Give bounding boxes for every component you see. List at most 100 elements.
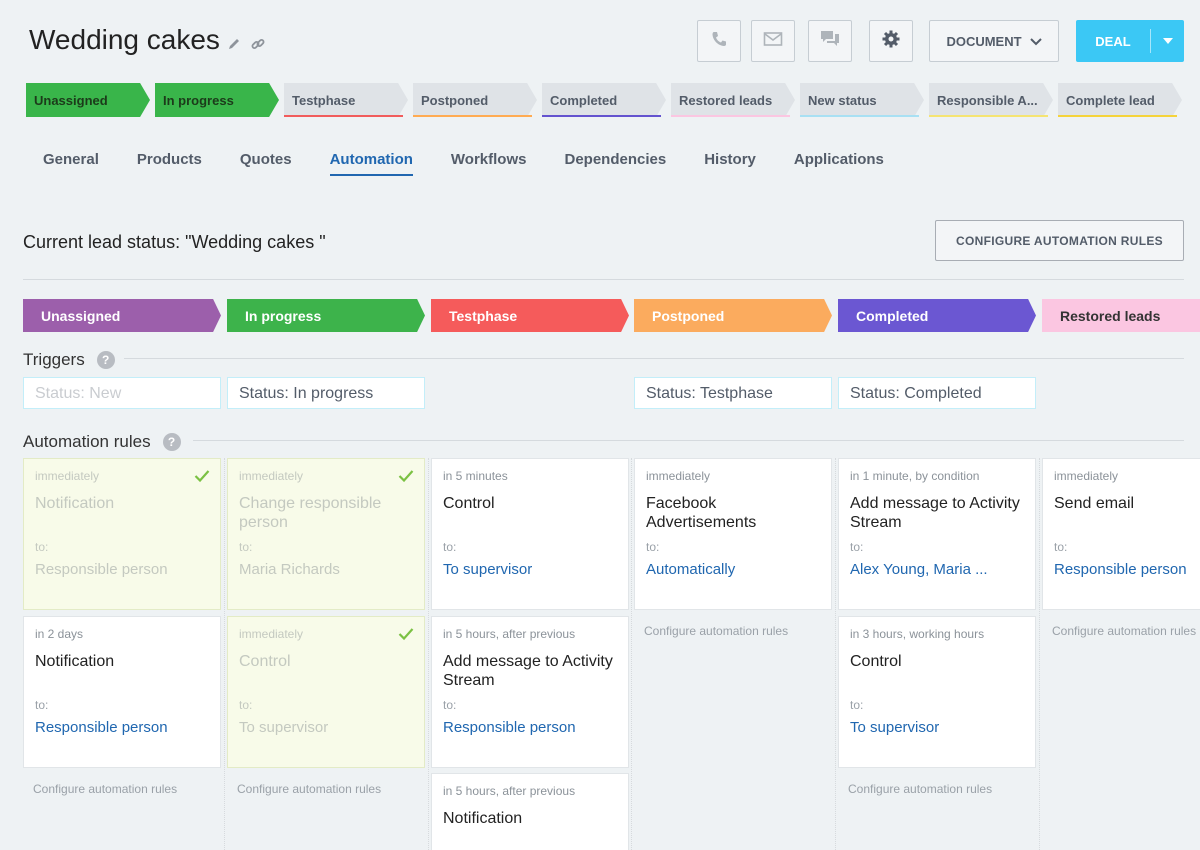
rule-recipient[interactable]: Maria Richards — [239, 561, 413, 578]
stage-column-label: Unassigned — [41, 308, 121, 324]
automation-rules-title-label: Automation rules — [23, 432, 151, 451]
rule-delay: in 5 hours, after previous — [443, 627, 576, 641]
rule-recipient[interactable]: To supervisor — [850, 719, 1024, 736]
rule-name: Control — [850, 653, 902, 670]
tab-applications[interactable]: Applications — [794, 151, 884, 176]
automation-rule-card[interactable]: immediately Facebook Advertisements to: Aut… — [634, 458, 832, 610]
help-icon[interactable]: ? — [96, 351, 115, 369]
trigger-card[interactable]: Status: In progress — [227, 377, 425, 409]
stage-column-header: Unassigned — [23, 299, 221, 332]
rule-delay: in 1 minute, by condition — [850, 469, 980, 483]
automation-rule-card[interactable]: in 5 hours, after previous Notification — [431, 773, 629, 850]
status-stage[interactable]: Complete lead — [1058, 83, 1187, 117]
current-lead-status: Current lead status: "Wedding cakes " — [23, 232, 326, 252]
status-stage-label: Testphase — [292, 93, 356, 108]
tab-dependencies[interactable]: Dependencies — [564, 151, 666, 176]
automation-rule-card[interactable]: in 2 days Notification to: Responsible pers… — [23, 616, 221, 768]
chevron-down-icon — [1029, 34, 1042, 49]
rule-to-label: to: — [1054, 540, 1068, 554]
configure-automation-rules-link[interactable]: Configure automation rules — [237, 782, 381, 796]
configure-automation-rules-link[interactable]: Configure automation rules — [33, 782, 177, 796]
automation-rule-card[interactable]: immediately Control to: To supervisor — [227, 616, 425, 768]
tab-quotes[interactable]: Quotes — [240, 151, 292, 176]
status-stage[interactable]: Testphase — [284, 83, 413, 117]
status-stage-label: Restored leads — [679, 93, 773, 108]
rule-to-label: to: — [239, 698, 253, 712]
rule-recipient[interactable]: Responsible person — [35, 561, 209, 578]
caret-down-icon[interactable] — [1151, 38, 1184, 44]
automation-rule-card[interactable]: in 1 minute, by condition Add message to … — [838, 458, 1036, 610]
rule-name: Notification — [35, 495, 115, 512]
tab-automation[interactable]: Automation — [329, 151, 413, 176]
pencil-icon[interactable] — [226, 36, 242, 52]
rule-recipient[interactable]: To supervisor — [443, 561, 617, 578]
rule-delay: in 5 minutes — [443, 469, 508, 483]
status-stage[interactable]: Restored leads — [671, 83, 800, 117]
configure-automation-rules-link[interactable]: Configure automation rules — [1052, 624, 1196, 638]
trigger-card[interactable]: Status: Completed — [838, 377, 1036, 409]
tab-history[interactable]: History — [704, 151, 756, 176]
tab-products[interactable]: Products — [137, 151, 202, 176]
automation-rule-card[interactable]: immediately Change responsible person to: M… — [227, 458, 425, 610]
tab-workflows[interactable]: Workflows — [451, 151, 527, 176]
rule-delay: immediately — [646, 469, 711, 483]
rule-recipient[interactable]: Responsible person — [1054, 561, 1200, 578]
rule-recipient[interactable]: Responsible person — [443, 719, 617, 736]
column-separator — [428, 458, 429, 850]
configure-automation-rules-button[interactable]: CONFIGURE AUTOMATION RULES — [935, 220, 1184, 261]
gear-icon — [881, 29, 901, 54]
checkmark-icon — [194, 469, 210, 483]
automation-rule-card[interactable]: immediately Send email to: Responsible pers… — [1042, 458, 1200, 610]
chat-button[interactable] — [808, 20, 852, 62]
rule-recipient[interactable]: Responsible person — [35, 719, 209, 736]
rule-name: Control — [443, 495, 495, 512]
status-stage[interactable]: New status — [800, 83, 929, 117]
configure-automation-rules-link[interactable]: Configure automation rules — [848, 782, 992, 796]
link-icon[interactable] — [250, 36, 266, 52]
rule-to-label: to: — [443, 540, 457, 554]
rule-recipient[interactable]: Automatically — [646, 561, 820, 578]
status-stage[interactable]: In progress — [155, 83, 284, 117]
email-button[interactable] — [751, 20, 795, 62]
status-stage-underline — [929, 115, 1048, 117]
trigger-card[interactable]: Status: New — [23, 377, 221, 409]
rule-delay: in 3 hours, working hours — [850, 627, 985, 641]
rule-delay: in 2 days — [35, 627, 84, 641]
status-stage[interactable]: Responsible A... — [929, 83, 1058, 117]
help-icon[interactable]: ? — [162, 433, 181, 451]
tab-general[interactable]: General — [43, 151, 99, 176]
deal-button-label: DEAL — [1095, 33, 1131, 49]
rule-name: Facebook Advertisements — [646, 495, 757, 531]
rule-recipient[interactable]: Alex Young, Maria ... — [850, 561, 1024, 578]
rule-name: Control — [239, 653, 291, 670]
rule-delay: in 5 hours, after previous — [443, 784, 576, 798]
status-progress-bar: Unassigned In progress Testphase Postponed C… — [26, 83, 1187, 117]
column-separator — [1039, 458, 1040, 850]
status-stage-underline — [542, 115, 661, 117]
settings-button[interactable] — [869, 20, 913, 62]
trigger-card[interactable]: Status: Testphase — [634, 377, 832, 409]
document-button[interactable]: DOCUMENT — [929, 20, 1059, 62]
status-stage[interactable]: Unassigned — [26, 83, 155, 117]
rule-recipient[interactable]: To supervisor — [239, 719, 413, 736]
automation-rule-card[interactable]: in 3 hours, working hours Control to: To su… — [838, 616, 1036, 768]
rule-delay: immediately — [239, 469, 304, 483]
stage-column-header: In progress — [227, 299, 425, 332]
status-stage[interactable]: Completed — [542, 83, 671, 117]
status-stage-label: Complete lead — [1066, 93, 1155, 108]
rule-to-label: to: — [35, 540, 49, 554]
call-button[interactable] — [697, 20, 741, 62]
phone-icon — [709, 29, 729, 54]
automation-rule-card[interactable]: in 5 hours, after previous Add message to… — [431, 616, 629, 768]
status-stage[interactable]: Postponed — [413, 83, 542, 117]
automation-rule-card[interactable]: in 5 minutes Control to: To supervisor — [431, 458, 629, 610]
configure-automation-rules-link[interactable]: Configure automation rules — [644, 624, 788, 638]
rule-name: Notification — [443, 810, 523, 827]
column-separator — [224, 458, 225, 850]
automation-rule-card[interactable]: immediately Notification to: Responsible pe… — [23, 458, 221, 610]
column-separator — [835, 458, 836, 850]
checkmark-icon — [398, 469, 414, 483]
status-stage-underline — [284, 115, 403, 117]
deal-button[interactable]: DEAL — [1076, 20, 1184, 62]
rule-to-label: to: — [239, 540, 253, 554]
